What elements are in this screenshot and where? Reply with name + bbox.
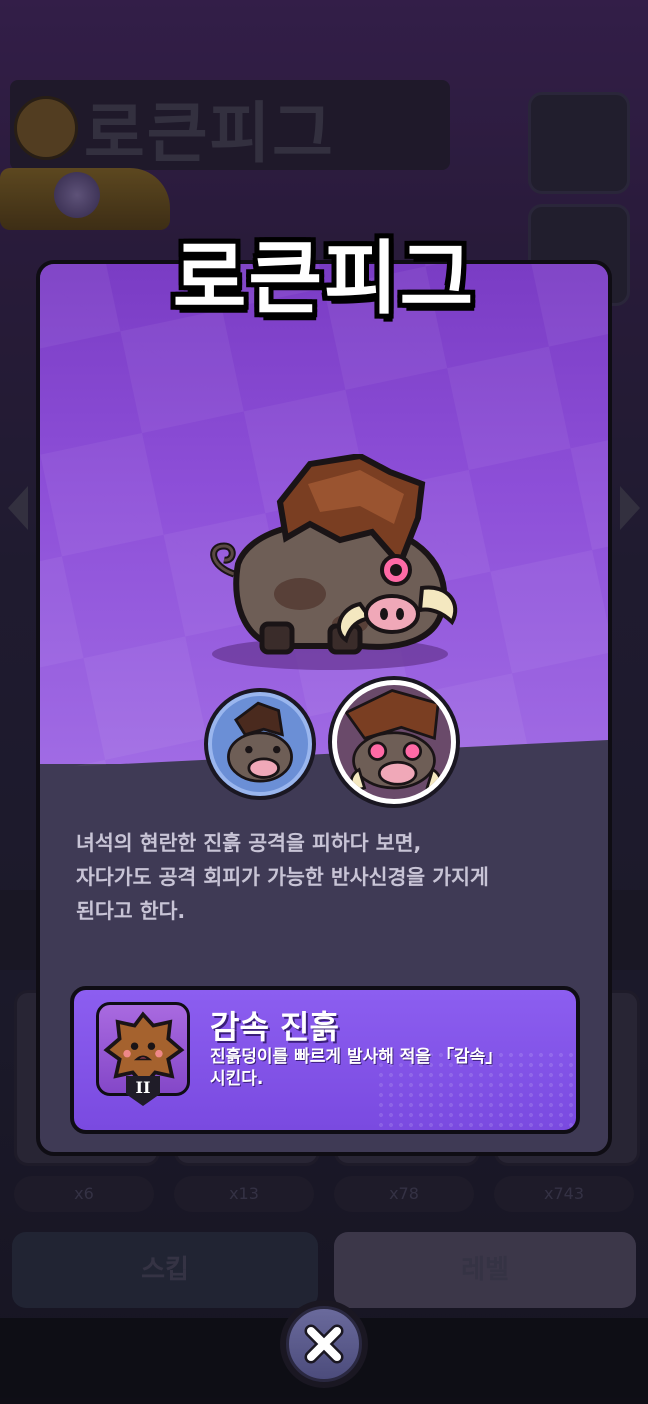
boar-portrait-form-2[interactable] bbox=[332, 680, 456, 804]
character-info-modal: 녀석의 현란한 진흙 공격을 피하다 보면, 자다가도 공격 회피가 가능한 반… bbox=[36, 260, 612, 1156]
close-button[interactable] bbox=[280, 1300, 368, 1388]
boar-character-art bbox=[210, 454, 458, 670]
boar-portrait-form-1[interactable] bbox=[204, 688, 316, 800]
hero-art-panel bbox=[40, 264, 608, 768]
boar-form-2-icon bbox=[344, 689, 442, 791]
close-button-face bbox=[286, 1306, 362, 1382]
close-icon bbox=[304, 1324, 344, 1364]
skill-description: 진흙덩이를 빠르게 발사해 적을 「감속」 시킨다. bbox=[210, 1047, 503, 1089]
character-description: 녀석의 현란한 진흙 공격을 피하다 보면, 자다가도 공격 회피가 가능한 반… bbox=[76, 831, 489, 923]
skill-card[interactable]: II 감속 진흙 진흙덩이를 빠르게 발사해 적을 「감속」 시킨다. bbox=[70, 986, 580, 1134]
skill-name: 감속 진흙 bbox=[210, 1008, 339, 1046]
boar-form-1-icon bbox=[227, 701, 293, 783]
skill-tier-badge: II bbox=[126, 1076, 160, 1106]
character-name-title: 로큰피그 bbox=[172, 232, 476, 325]
